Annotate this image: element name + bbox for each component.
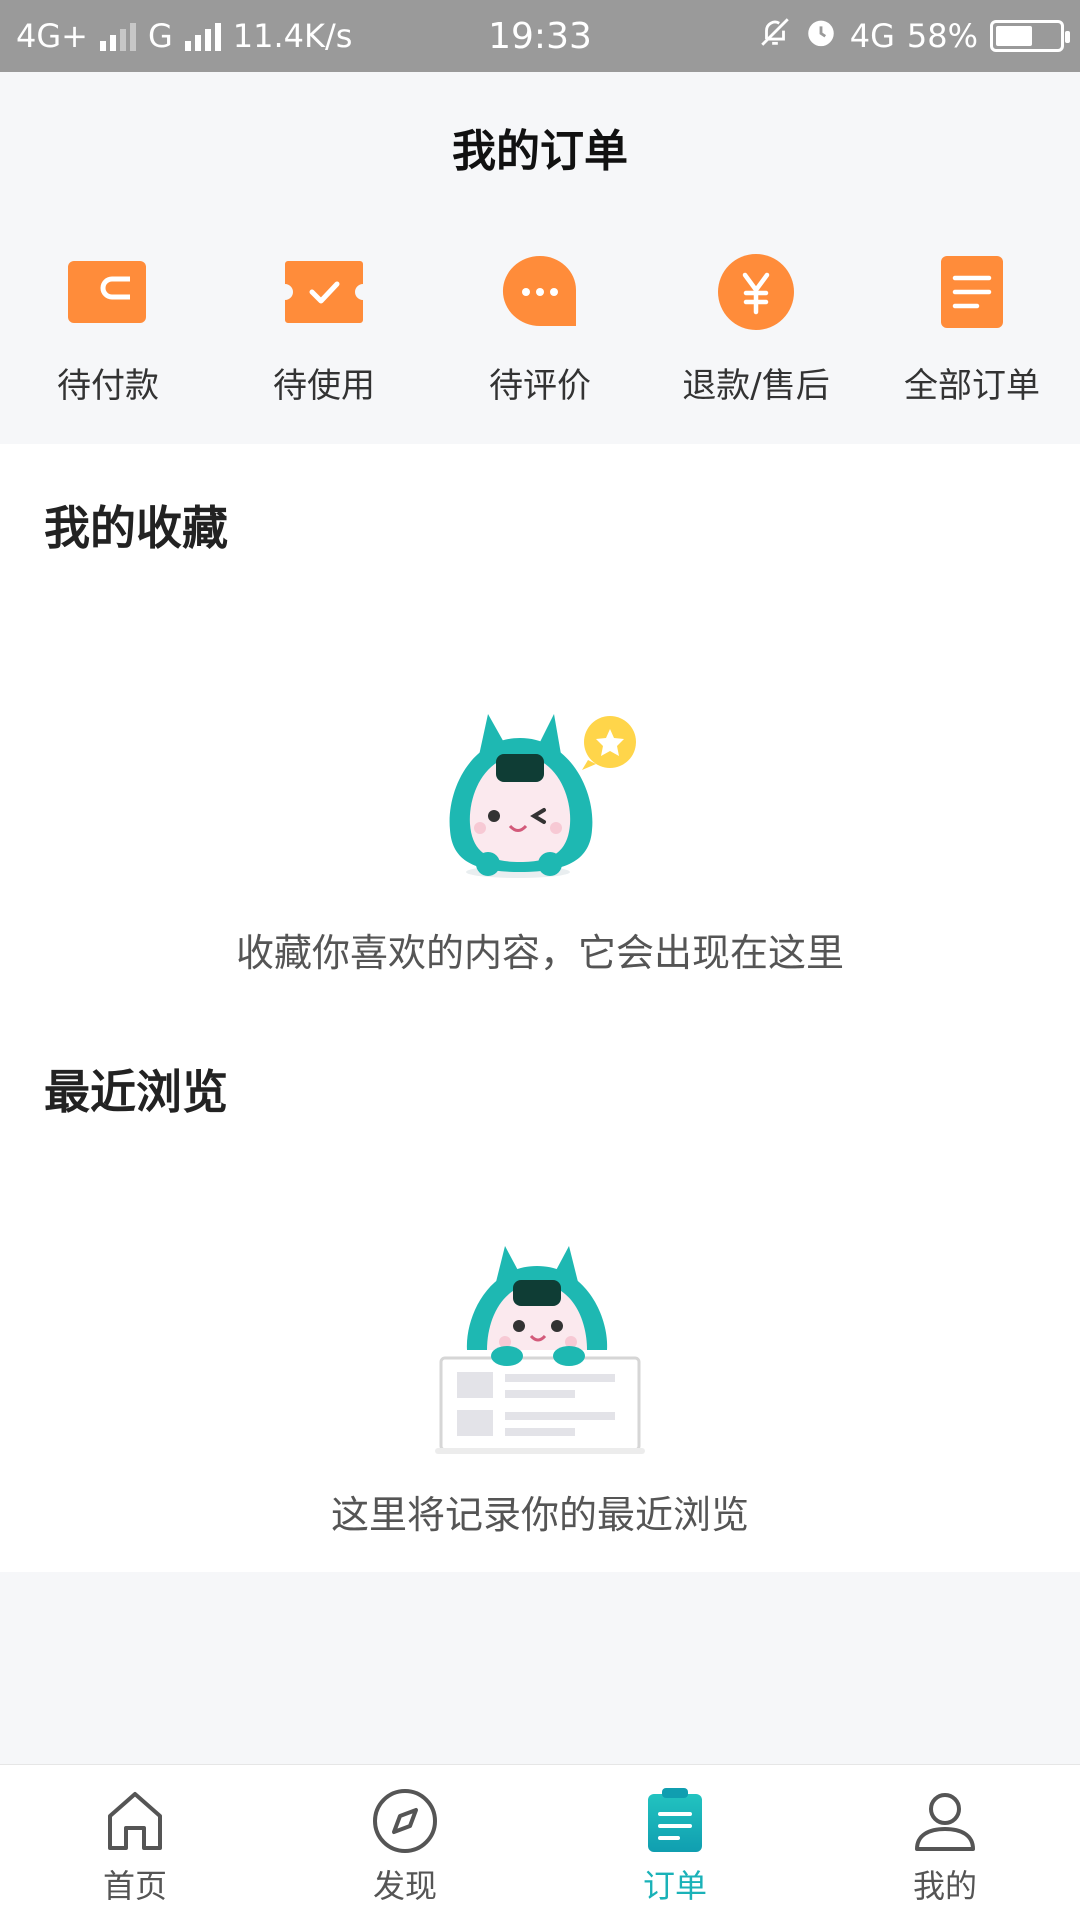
network-type-3: 4G <box>849 17 895 55</box>
order-refund[interactable]: 退款/售后 <box>648 222 864 444</box>
order-label: 全部订单 <box>904 366 1040 406</box>
order-icon <box>641 1787 709 1855</box>
nav-label: 订单 <box>642 1867 707 1905</box>
order-label: 退款/售后 <box>682 366 830 406</box>
nav-profile[interactable]: 我的 <box>810 1765 1080 1920</box>
signal-icon <box>99 21 136 51</box>
recent-title: 最近浏览 <box>44 1065 228 1119</box>
favorites-title: 我的收藏 <box>44 501 228 555</box>
order-to-use[interactable]: 待使用 <box>216 222 432 444</box>
battery-percent: 58% <box>906 17 978 55</box>
profile-icon <box>911 1787 979 1855</box>
ticket-check-icon <box>284 252 364 332</box>
battery-icon <box>990 20 1070 52</box>
yuan-refund-icon <box>716 252 796 332</box>
list-document-icon <box>932 252 1012 332</box>
nav-label: 发现 <box>372 1867 437 1905</box>
home-icon <box>101 1787 169 1855</box>
network-type-2: G <box>147 17 173 55</box>
recent-empty-illustration <box>0 1246 1080 1456</box>
order-categories: 待付款 待使用 待评价 退款/售后 全部订单 <box>0 222 1080 444</box>
order-to-review[interactable]: 待评价 <box>432 222 648 444</box>
network-speed: 11.4K/s <box>232 17 353 55</box>
favorites-empty-illustration <box>0 712 1080 882</box>
nav-label: 我的 <box>912 1867 977 1905</box>
order-label: 待使用 <box>273 366 375 406</box>
order-all[interactable]: 全部订单 <box>864 222 1080 444</box>
signal-icon <box>184 21 221 51</box>
page-title: 我的订单 <box>452 126 628 177</box>
nav-label: 首页 <box>102 1867 167 1905</box>
alarm-icon <box>804 15 838 57</box>
mute-bell-icon <box>758 15 792 57</box>
favorites-empty-text: 收藏你喜欢的内容，它会出现在这里 <box>235 931 844 975</box>
nav-discover[interactable]: 发现 <box>270 1765 540 1920</box>
chat-bubble-icon <box>500 252 580 332</box>
status-bar: 4G+ G 11.4K/s 19:33 4G 58% <box>0 0 1080 72</box>
network-type-1: 4G+ <box>16 17 88 55</box>
order-label: 待付款 <box>57 366 159 406</box>
order-label: 待评价 <box>489 366 591 406</box>
nav-home[interactable]: 首页 <box>0 1765 270 1920</box>
recent-empty-text: 这里将记录你的最近浏览 <box>330 1493 749 1537</box>
content-card: 我的收藏 收藏你喜欢的内容，它会出现在这里 最近浏览 这里将记录你的最近浏览 <box>0 444 1080 1572</box>
compass-icon <box>371 1787 439 1855</box>
nav-orders[interactable]: 订单 <box>540 1765 810 1920</box>
wallet-icon <box>68 252 148 332</box>
bottom-nav: 首页 发现 订单 我的 <box>0 1764 1080 1920</box>
order-pending-payment[interactable]: 待付款 <box>0 222 216 444</box>
